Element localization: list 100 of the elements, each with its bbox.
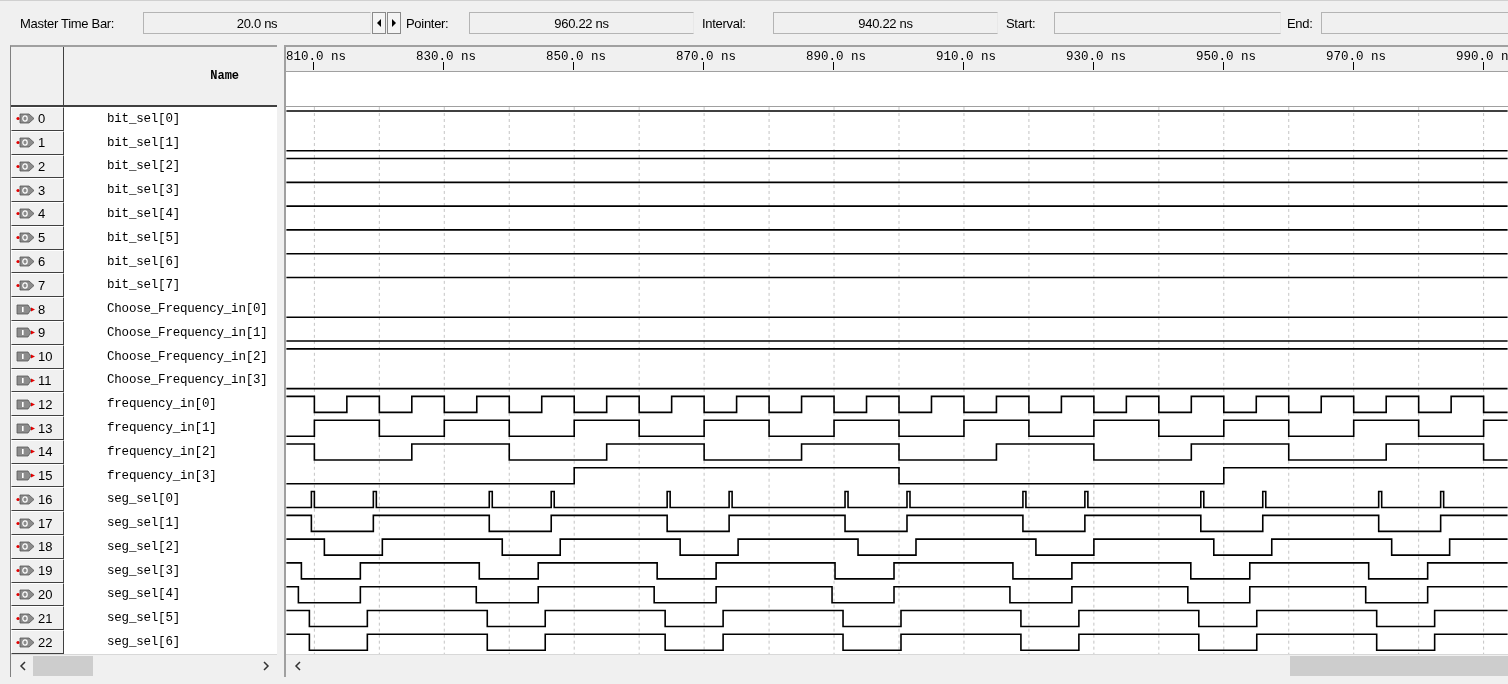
- signal-index-cell[interactable]: 18: [11, 535, 64, 559]
- field-label: Master Time Bar:: [20, 15, 116, 31]
- output-pin-icon: [16, 541, 36, 553]
- signal-name[interactable]: frequency_in[3]: [64, 463, 278, 488]
- input-pin-icon: [16, 422, 36, 434]
- signal-index-cell[interactable]: 1: [11, 130, 64, 155]
- signal-index: 22: [38, 634, 53, 650]
- time-label: 950.0 ns: [1196, 50, 1256, 64]
- column-header-text: Name: [210, 69, 240, 83]
- step-right-button[interactable]: [387, 12, 401, 34]
- signal-name[interactable]: seg_sel[4]: [64, 582, 278, 607]
- signal-index-cell[interactable]: 22: [11, 630, 64, 654]
- signal-name[interactable]: seg_sel[3]: [64, 558, 278, 583]
- time-field[interactable]: 20.0 ns: [143, 12, 371, 34]
- signal-name[interactable]: seg_sel[2]: [64, 535, 278, 559]
- signal-index-cell[interactable]: 3: [11, 178, 64, 203]
- signal-name[interactable]: frequency_in[0]: [64, 392, 278, 417]
- signal-index-cell[interactable]: 9: [11, 321, 64, 345]
- signal-name[interactable]: seg_sel[1]: [64, 511, 278, 536]
- time-field[interactable]: [1321, 12, 1508, 34]
- signal-index: 7: [38, 277, 46, 293]
- field-label: Start:: [1006, 15, 1037, 31]
- signal-name[interactable]: frequency_in[1]: [64, 416, 278, 440]
- signal-name[interactable]: bit_sel[6]: [64, 249, 278, 274]
- signal-name[interactable]: Choose_Frequency_in[0]: [64, 297, 278, 321]
- signal-index-cell[interactable]: 5: [11, 225, 64, 250]
- signal-index-cell[interactable]: 11: [11, 368, 64, 393]
- signal-name[interactable]: bit_sel[4]: [64, 202, 278, 226]
- signal-index-cell[interactable]: 12: [11, 392, 64, 417]
- input-pin-icon: [16, 446, 36, 458]
- signal-index: 12: [38, 396, 53, 412]
- signal-index-cell[interactable]: 10: [11, 344, 64, 369]
- time-label: 810.0 ns: [286, 50, 346, 64]
- output-pin-icon: [16, 232, 36, 244]
- signal-name[interactable]: bit_sel[0]: [64, 106, 278, 131]
- signal-name[interactable]: seg_sel[6]: [64, 630, 278, 654]
- signal-name[interactable]: Choose_Frequency_in[1]: [64, 321, 278, 345]
- signal-index: 21: [38, 610, 53, 626]
- signal-name[interactable]: frequency_in[2]: [64, 439, 278, 464]
- step-left-button[interactable]: [372, 12, 386, 34]
- scrollbar-thumb[interactable]: [33, 655, 93, 676]
- signal-index-cell[interactable]: 19: [11, 558, 64, 583]
- time-label: 830.0 ns: [416, 50, 476, 64]
- chevron-left-icon: [293, 661, 301, 671]
- signal-name[interactable]: seg_sel[0]: [64, 487, 278, 512]
- signal-name[interactable]: seg_sel[5]: [64, 606, 278, 631]
- signal-index: 16: [38, 491, 53, 507]
- signal-name[interactable]: Choose_Frequency_in[2]: [64, 344, 278, 369]
- time-label: 970.0 ns: [1326, 50, 1386, 64]
- signal-index-cell[interactable]: 4: [11, 202, 64, 226]
- signal-index-cell[interactable]: 15: [11, 463, 64, 488]
- signal-index-cell[interactable]: 0: [11, 106, 64, 131]
- signal-index: 4: [38, 206, 46, 222]
- signal-name[interactable]: bit_sel[1]: [64, 130, 278, 155]
- field-label: Pointer:: [406, 15, 450, 31]
- signal-index: 2: [38, 158, 46, 174]
- signal-index: 8: [38, 301, 46, 317]
- signal-index: 1: [38, 135, 46, 151]
- signal-index-cell[interactable]: 8: [11, 297, 64, 321]
- signal-index: 10: [38, 349, 53, 365]
- time-field[interactable]: 960.22 ns: [469, 12, 694, 34]
- scrollbar-thumb[interactable]: [1290, 656, 1508, 676]
- signal-index-cell[interactable]: 2: [11, 154, 64, 179]
- signal-index: 15: [38, 468, 53, 484]
- triangle-left-icon: [377, 19, 381, 27]
- signal-name[interactable]: bit_sel[2]: [64, 154, 278, 179]
- output-pin-icon: [16, 113, 36, 125]
- input-pin-icon: [16, 327, 36, 339]
- output-pin-icon: [16, 184, 36, 196]
- signal-name[interactable]: bit_sel[5]: [64, 225, 278, 250]
- signal-index-cell[interactable]: 20: [11, 582, 64, 607]
- signal-index-cell[interactable]: 7: [11, 273, 64, 298]
- signal-name[interactable]: bit_sel[3]: [64, 178, 278, 203]
- signal-index: 13: [38, 420, 53, 436]
- signal-name[interactable]: bit_sel[7]: [64, 273, 278, 298]
- time-label: 910.0 ns: [936, 50, 996, 64]
- signal-index: 19: [38, 563, 53, 579]
- chevron-left-icon: [18, 660, 26, 671]
- output-pin-icon: [16, 493, 36, 505]
- signal-index-cell[interactable]: 17: [11, 511, 64, 536]
- time-field[interactable]: [1054, 12, 1281, 34]
- output-pin-icon: [16, 208, 36, 220]
- signal-index: 20: [38, 587, 53, 602]
- time-label: 850.0 ns: [546, 50, 606, 64]
- time-field[interactable]: 940.22 ns: [773, 12, 998, 34]
- time-label: 870.0 ns: [676, 50, 736, 64]
- field-label: End:: [1287, 15, 1314, 31]
- signal-index-cell[interactable]: 16: [11, 487, 64, 512]
- signal-name[interactable]: Choose_Frequency_in[3]: [64, 368, 278, 393]
- signal-index: 18: [38, 539, 53, 555]
- output-pin-icon: [16, 517, 36, 529]
- signal-index-cell[interactable]: 13: [11, 416, 64, 440]
- output-pin-icon: [16, 565, 36, 577]
- signal-index-cell[interactable]: 21: [11, 606, 64, 631]
- output-pin-icon: [16, 137, 36, 149]
- output-pin-icon: [16, 256, 36, 268]
- signal-index-cell[interactable]: 6: [11, 249, 64, 274]
- signal-index: 6: [38, 254, 46, 270]
- signal-index-cell[interactable]: 14: [11, 439, 64, 464]
- input-pin-icon: [16, 374, 36, 386]
